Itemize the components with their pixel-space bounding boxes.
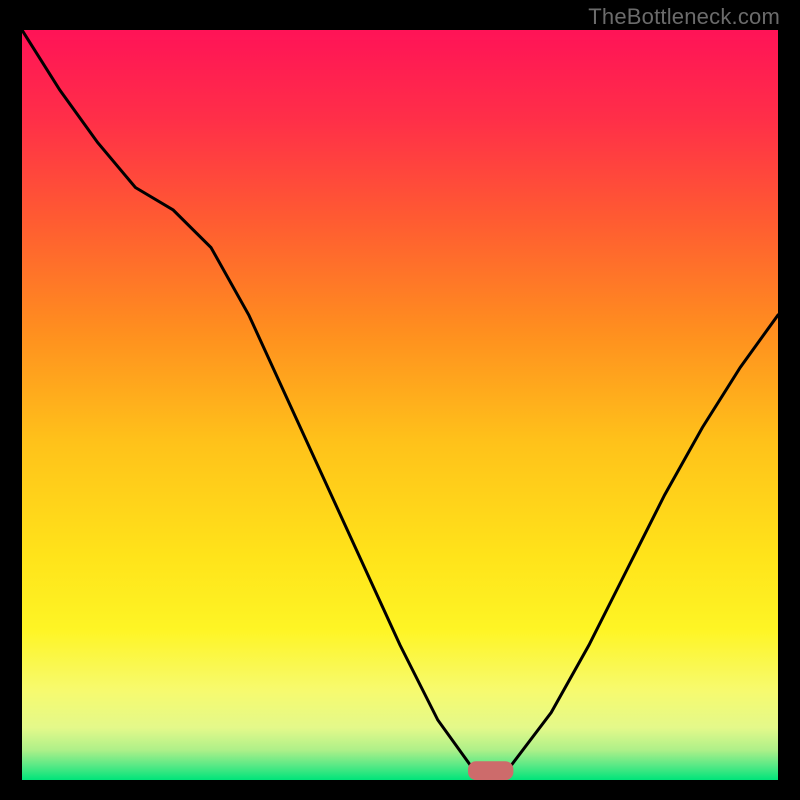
- bottleneck-plot: [22, 30, 778, 780]
- watermark-text: TheBottleneck.com: [588, 4, 780, 30]
- plot-svg: [22, 30, 778, 780]
- gradient-background: [22, 30, 778, 780]
- minimum-marker: [468, 761, 513, 780]
- chart-frame: TheBottleneck.com: [0, 0, 800, 800]
